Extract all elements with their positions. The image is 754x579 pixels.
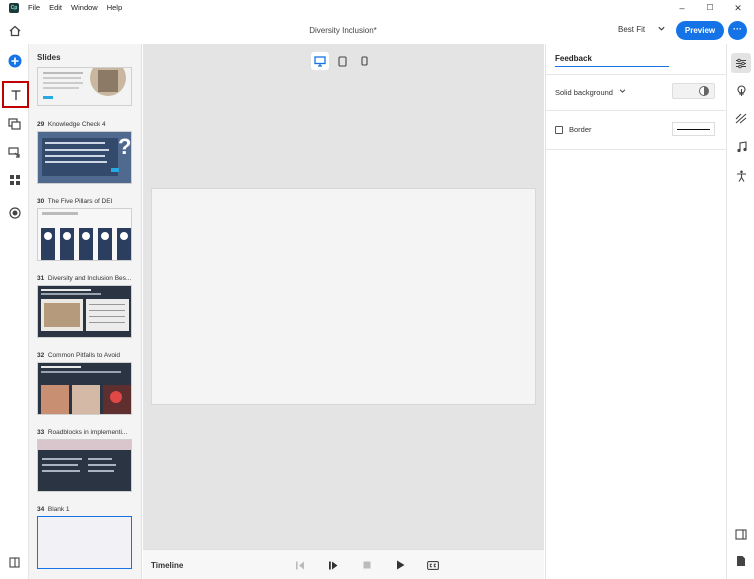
media-icon[interactable] — [4, 113, 25, 134]
menu-window[interactable]: Window — [71, 3, 98, 12]
mobile-view-icon[interactable] — [355, 52, 373, 70]
canvas-area — [143, 44, 544, 549]
timeline-bar: Timeline — [143, 549, 544, 579]
text-icon[interactable] — [2, 81, 29, 108]
closed-captions-icon[interactable] — [426, 558, 440, 572]
stop-icon[interactable] — [360, 558, 374, 572]
panel-toggle-icon[interactable] — [4, 552, 25, 573]
border-label: Border — [569, 125, 592, 134]
device-preview-bar — [311, 52, 373, 70]
slide-thumbnail-selected[interactable]: 34 Blank 1 — [37, 506, 133, 569]
add-icon[interactable] — [4, 50, 25, 71]
rewind-icon[interactable] — [293, 558, 307, 572]
divider — [546, 110, 726, 111]
object-name-field[interactable]: Feedback — [555, 52, 669, 67]
document-icon[interactable] — [731, 551, 751, 571]
color-picker-icon — [699, 86, 709, 96]
menu-bar: File Edit Window Help — [28, 3, 122, 12]
divider — [546, 74, 726, 75]
more-options-button[interactable]: ··· — [728, 21, 747, 40]
preview-button[interactable]: Preview — [676, 21, 724, 40]
home-icon[interactable] — [4, 20, 25, 41]
border-checkbox[interactable] — [555, 126, 563, 134]
fill-color-swatch[interactable] — [672, 83, 715, 99]
slide-thumbnail[interactable]: 31 Diversity and Inclusion Bes... — [37, 275, 133, 338]
minimize-button[interactable]: – — [676, 2, 688, 14]
app-logo: Cp — [9, 3, 19, 13]
zoom-fit-select[interactable]: Best Fit — [618, 25, 645, 34]
right-rail — [726, 44, 754, 579]
slide-thumbnail[interactable]: 30 The Five Pillars of DEI — [37, 198, 133, 261]
slide-thumbnail[interactable] — [37, 67, 133, 106]
question-mark-graphic: ? — [118, 134, 132, 159]
slide-thumbnail[interactable]: 29 Knowledge Check 4 ? — [37, 121, 133, 184]
maximize-button[interactable]: ☐ — [704, 2, 716, 14]
tablet-view-icon[interactable] — [333, 52, 351, 70]
slide-stage[interactable] — [151, 188, 536, 405]
accessibility-touch-icon[interactable] — [731, 81, 751, 101]
chevron-down-icon — [619, 89, 626, 93]
widgets-icon[interactable] — [4, 169, 25, 190]
interactions-icon[interactable] — [4, 142, 25, 163]
properties-sliders-icon[interactable] — [731, 53, 751, 73]
slides-panel: Slides 29 Knowledge Check 4 ? 30 The Fiv… — [29, 44, 142, 579]
play-icon[interactable] — [393, 558, 407, 572]
timeline-label[interactable]: Timeline — [151, 561, 183, 570]
background-type-select[interactable]: Solid background — [555, 87, 627, 97]
title-bar: Cp File Edit Window Help – ☐ ✕ — [0, 0, 754, 16]
panel-layout-icon[interactable] — [731, 524, 751, 544]
accessibility-icon[interactable] — [731, 166, 751, 186]
record-icon[interactable] — [4, 202, 25, 223]
properties-panel: Feedback Solid background Border — [545, 44, 726, 579]
close-button[interactable]: ✕ — [732, 2, 744, 14]
animation-icon[interactable] — [731, 108, 751, 128]
menu-edit[interactable]: Edit — [49, 3, 62, 12]
toolbar: Diversity Inclusion* Best Fit Preview ··… — [0, 16, 754, 44]
border-style-select[interactable] — [672, 122, 715, 136]
document-title: Diversity Inclusion* — [309, 26, 377, 35]
left-rail — [0, 25, 29, 579]
slide-thumbnail[interactable]: 33 Roadblocks in implementi... — [37, 429, 133, 492]
desktop-view-icon[interactable] — [311, 52, 329, 70]
slide-thumbnail[interactable]: 32 Common Pitfalls to Avoid — [37, 352, 133, 415]
chevron-down-icon[interactable] — [657, 24, 666, 35]
divider — [546, 149, 726, 150]
slides-panel-title: Slides — [37, 53, 61, 62]
menu-help[interactable]: Help — [107, 3, 122, 12]
music-note-icon[interactable] — [731, 137, 751, 157]
menu-file[interactable]: File — [28, 3, 40, 12]
play-step-icon[interactable] — [326, 558, 340, 572]
